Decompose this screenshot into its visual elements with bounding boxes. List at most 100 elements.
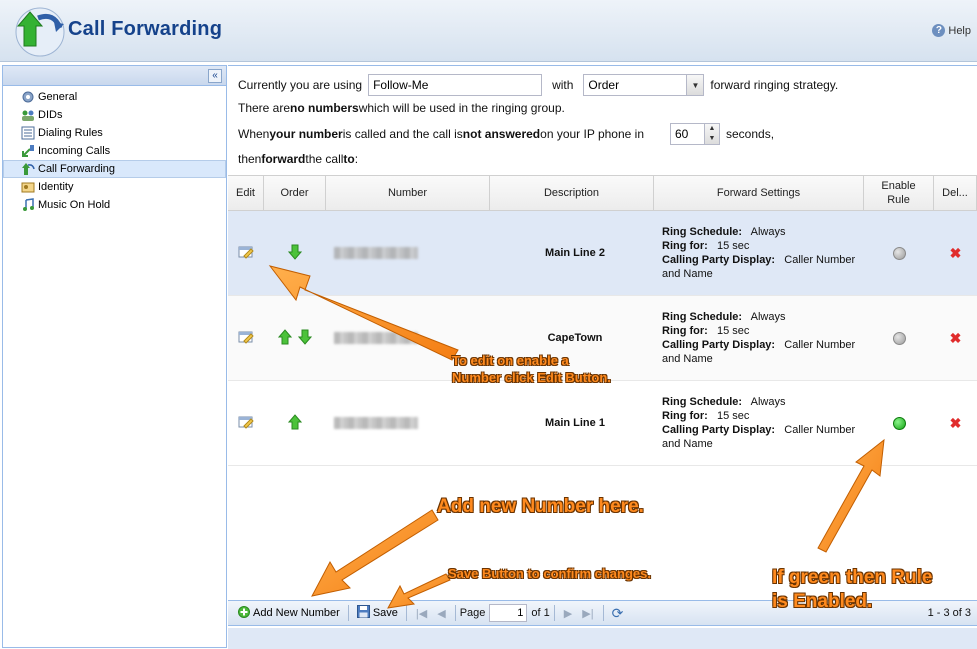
info-bold: forward — [261, 152, 306, 166]
delete-icon[interactable]: ✖ — [950, 415, 962, 432]
sidebar-nav: General DIDs Dialing Rules Incoming Call… — [3, 86, 226, 214]
call-forwarding-icon — [20, 162, 35, 176]
table-row[interactable]: Main Line 2 Ring Schedule: Always Ring f… — [228, 211, 977, 296]
annotation-line: is Enabled. — [772, 591, 873, 612]
table-row[interactable]: Main Line 1 Ring Schedule: Always Ring f… — [228, 381, 977, 466]
edit-icon[interactable] — [238, 415, 254, 432]
annotation-save: Save Button to confirm changes. — [448, 566, 651, 581]
info-bold: your number — [269, 127, 343, 141]
column-header-edit[interactable]: Edit — [228, 176, 264, 210]
delete-icon[interactable]: ✖ — [950, 245, 962, 262]
sidebar-item-identity[interactable]: Identity — [3, 178, 226, 196]
identity-icon — [20, 180, 35, 194]
move-down-icon[interactable] — [287, 244, 303, 263]
last-page-icon[interactable]: ▶| — [577, 607, 598, 620]
info-bold: not answered — [462, 127, 541, 141]
strategy-row: Currently you are using with ▼ forward r… — [238, 74, 838, 96]
refresh-icon[interactable]: ⟳ — [608, 605, 628, 622]
next-page-icon[interactable]: ▶ — [559, 607, 577, 620]
forwarding-grid: Edit Order Number Description Forward Se… — [228, 175, 977, 466]
grid-header: Edit Order Number Description Forward Se… — [228, 175, 977, 211]
annotation-line: Number click Edit Button. — [452, 370, 611, 385]
sidebar-item-label: Dialing Rules — [38, 127, 103, 139]
info-text: is called and the call is — [342, 127, 463, 141]
column-header-delete[interactable]: Del... — [934, 176, 977, 210]
number-value-redacted — [334, 332, 418, 344]
toolbar-separator — [405, 605, 407, 621]
order-select[interactable] — [583, 74, 688, 96]
column-header-order[interactable]: Order — [264, 176, 326, 210]
strategy-input[interactable] — [368, 74, 543, 96]
number-value-redacted — [334, 247, 418, 259]
with-label: with — [552, 78, 574, 92]
annotation-edit: To edit on enable a Number click Edit Bu… — [452, 352, 611, 386]
save-icon — [356, 605, 370, 621]
rule-status-disabled-icon[interactable] — [892, 246, 906, 260]
ring-for-label: Ring for: — [662, 325, 708, 337]
forward-settings-cell: Ring Schedule: Always Ring for: 15 sec C… — [654, 381, 864, 465]
app-header: Call Forwarding ? Help — [0, 0, 977, 62]
spin-down-icon[interactable]: ▼ — [705, 134, 719, 144]
ring-schedule-value: Always — [750, 396, 786, 408]
move-up-icon[interactable] — [287, 413, 303, 433]
save-button[interactable]: Save — [353, 605, 402, 621]
ring-schedule-label: Ring Schedule: — [662, 226, 743, 238]
calling-party-value: and Name — [662, 353, 713, 365]
spin-up-icon[interactable]: ▲ — [705, 124, 719, 134]
sidebar-item-incoming-calls[interactable]: Incoming Calls — [3, 142, 226, 160]
collapse-sidebar-button[interactable]: « — [208, 69, 222, 83]
timeout-row: When your number is called and the call … — [238, 123, 774, 145]
sidebar-header: « — [3, 66, 226, 86]
toolbar-separator — [454, 605, 456, 621]
edit-icon[interactable] — [238, 245, 254, 262]
spinner-buttons[interactable]: ▲ ▼ — [705, 123, 720, 145]
sidebar: « General DIDs Dialing Rules Incoming Ca… — [2, 65, 227, 648]
edit-icon[interactable] — [238, 330, 254, 347]
help-link[interactable]: ? Help — [932, 24, 971, 37]
footer-strip — [228, 628, 977, 649]
forward-to-row: then forward the call to : — [238, 152, 358, 166]
seconds-spinner[interactable]: ▲▼ — [670, 123, 720, 145]
gear-icon — [20, 90, 35, 104]
record-count: 1 - 3 of 3 — [927, 607, 971, 619]
add-icon — [238, 605, 250, 621]
sidebar-item-music-on-hold[interactable]: Music On Hold — [3, 196, 226, 214]
add-label: Add New Number — [253, 607, 340, 619]
add-new-number-button[interactable]: Add New Number — [234, 605, 344, 621]
sidebar-item-label: Identity — [38, 181, 74, 193]
page-count-label: of 1 — [531, 607, 550, 619]
info-text: the call — [305, 152, 344, 166]
sidebar-item-label: Incoming Calls — [38, 145, 111, 157]
prev-page-icon[interactable]: ◀ — [432, 607, 450, 620]
sidebar-item-call-forwarding[interactable]: Call Forwarding — [3, 160, 226, 178]
info-text: on your IP phone in — [540, 127, 644, 141]
info-text: which will be used in the ringing group. — [358, 101, 565, 115]
order-combo[interactable]: ▼ — [583, 74, 705, 96]
forward-settings-cell: Ring Schedule: Always Ring for: 15 sec C… — [654, 296, 864, 380]
move-down-icon[interactable] — [297, 329, 313, 348]
sidebar-item-general[interactable]: General — [3, 88, 226, 106]
delete-icon[interactable]: ✖ — [950, 330, 962, 347]
ring-for-label: Ring for: — [662, 240, 708, 252]
sidebar-item-dids[interactable]: DIDs — [3, 106, 226, 124]
first-page-icon[interactable]: |◀ — [411, 607, 432, 620]
column-header-description[interactable]: Description — [490, 176, 654, 210]
sidebar-item-dialing-rules[interactable]: Dialing Rules — [3, 124, 226, 142]
move-up-icon[interactable] — [277, 328, 293, 348]
sidebar-item-label: DIDs — [38, 109, 63, 121]
chevron-down-icon[interactable]: ▼ — [687, 74, 705, 96]
info-bold: to — [343, 152, 355, 166]
page-number-input[interactable] — [489, 604, 528, 622]
page-title: Call Forwarding — [68, 18, 223, 40]
toolbar-separator — [553, 605, 555, 621]
column-header-enable-rule[interactable]: Enable Rule — [864, 176, 934, 210]
rule-status-disabled-icon[interactable] — [892, 331, 906, 345]
people-icon — [20, 108, 35, 122]
annotation-line: If green then Rule — [772, 567, 933, 588]
column-header-forward-settings[interactable]: Forward Settings — [654, 176, 864, 210]
column-header-number[interactable]: Number — [326, 176, 490, 210]
toolbar-separator — [602, 605, 604, 621]
rule-status-enabled-icon[interactable] — [892, 416, 906, 430]
seconds-input[interactable] — [670, 123, 705, 145]
annotation-enabled: If green then Rule is Enabled. — [772, 566, 932, 614]
